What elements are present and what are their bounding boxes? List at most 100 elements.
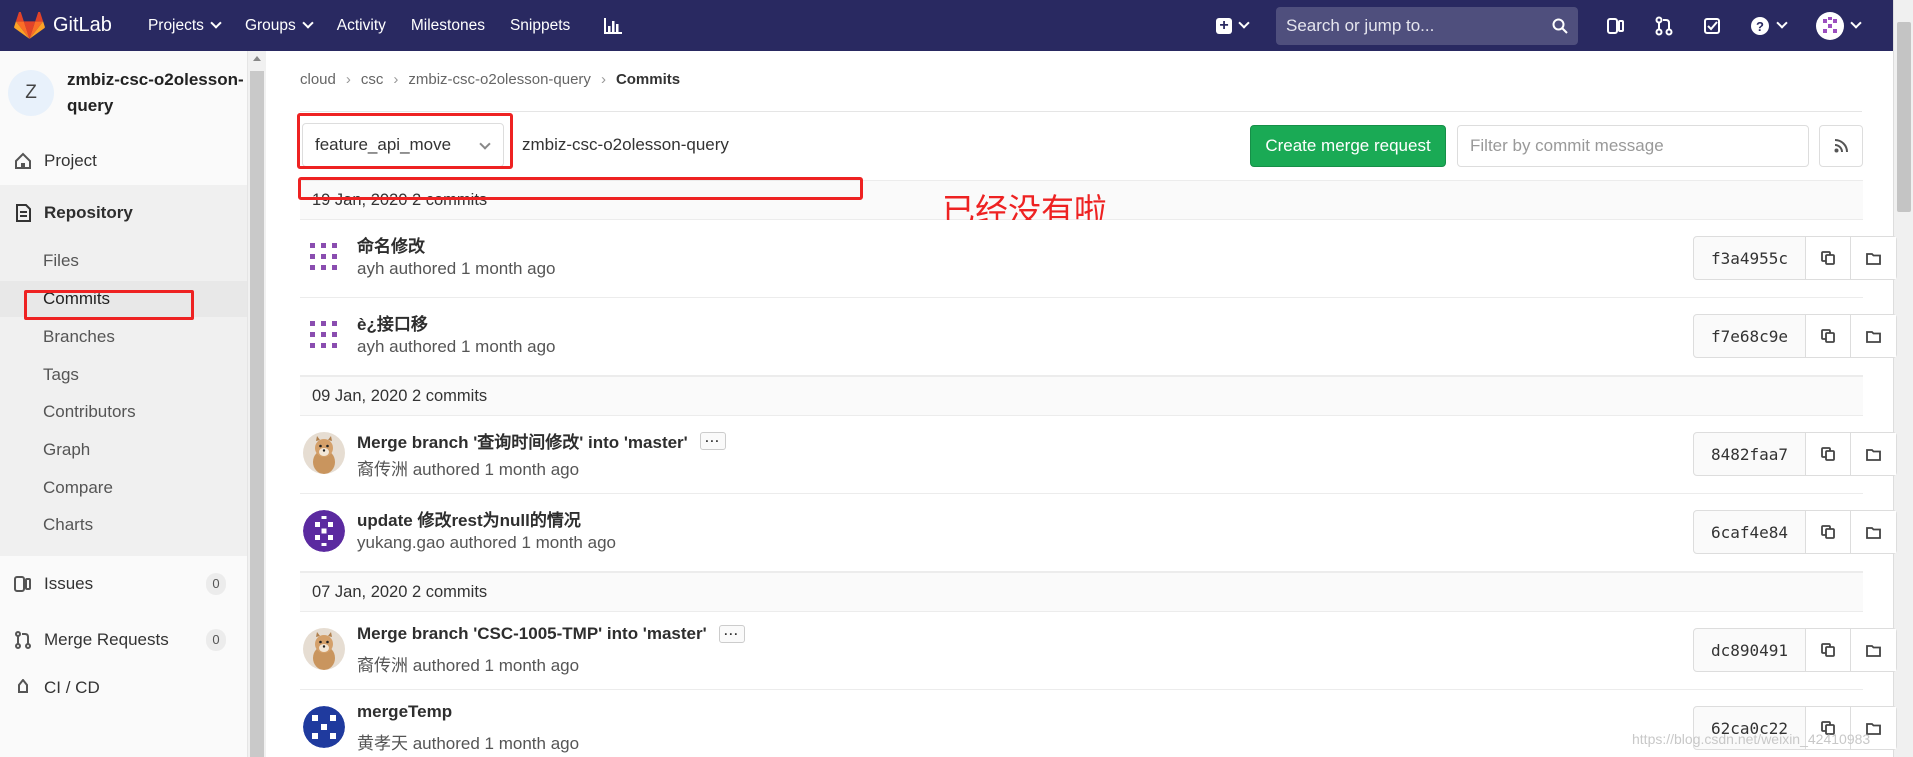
branch-highlight-box <box>297 113 513 169</box>
browse-files-button[interactable] <box>1851 511 1896 553</box>
issues-sidebar-icon[interactable] <box>1606 16 1626 36</box>
commit-row[interactable]: Merge branch 'CSC-1005-TMP' into 'master… <box>300 612 1897 690</box>
breadcrumb-commits[interactable]: Commits <box>616 71 680 88</box>
commit-author-avatar <box>303 510 345 552</box>
page-scrollbar-thumb[interactable] <box>1897 22 1911 212</box>
search-input[interactable] <box>1286 15 1552 36</box>
sidebar-scrollbar[interactable] <box>248 51 266 757</box>
commit-row[interactable]: mergeTemp 黄孝天 authored 1 month ago 62ca0… <box>300 690 1897 757</box>
commit-author-link[interactable]: 黄孝天 <box>357 734 408 753</box>
commit-sha-button[interactable]: f3a4955c <box>1694 237 1806 279</box>
commit-title[interactable]: Merge branch 'CSC-1005-TMP' into 'master… <box>357 624 745 644</box>
identicon-icon <box>1818 13 1842 38</box>
project-path: zmbiz-csc-o2olesson-query <box>522 135 729 154</box>
breadcrumb-separator-icon: › <box>393 71 399 88</box>
gitlab-logo[interactable]: GitLab <box>14 11 112 40</box>
nav-projects[interactable]: Projects <box>148 17 222 35</box>
sidebar-item-merge-requests[interactable]: Merge Requests 0 <box>0 612 247 668</box>
commit-sha-button[interactable]: 8482faa7 <box>1694 433 1806 475</box>
commit-time: authored 1 month ago <box>384 337 556 356</box>
scroll-up-arrow-icon[interactable] <box>253 56 261 61</box>
help-menu[interactable]: ? <box>1750 16 1788 36</box>
browse-files-button[interactable] <box>1851 433 1896 475</box>
commit-author-avatar <box>303 314 345 356</box>
browse-files-button[interactable] <box>1851 237 1896 279</box>
watermark-text: https://blog.csdn.net/weixin_42410983 <box>1632 731 1871 747</box>
sidebar-item-issues-label: Issues <box>44 574 94 593</box>
commit-title[interactable]: update 修改rest为null的情况 <box>357 506 581 531</box>
breadcrumb-separator-icon: › <box>345 71 351 88</box>
commit-row[interactable]: è¿接口移 ayh authored 1 month ago f7e68c9e <box>300 298 1897 376</box>
nav-groups-label: Groups <box>244 16 296 34</box>
browse-files-button[interactable] <box>1851 315 1896 357</box>
commit-author-avatar <box>303 236 345 278</box>
copy-sha-button[interactable] <box>1806 511 1851 553</box>
sidebar-scrollbar-thumb[interactable] <box>250 71 264 757</box>
folder-icon <box>1866 330 1881 343</box>
expand-description-button[interactable]: ··· <box>718 625 745 643</box>
commit-row[interactable]: Merge branch '查询时间修改' into 'master' ··· 裔… <box>300 416 1897 494</box>
todo-icon[interactable] <box>1702 16 1722 36</box>
bar-chart-icon[interactable] <box>603 17 623 35</box>
commit-author-link[interactable]: ayh <box>357 337 384 356</box>
merge-request-icon[interactable] <box>1654 16 1674 36</box>
copy-icon <box>1821 525 1835 539</box>
sidebar-item-tags[interactable]: Tags <box>0 356 247 393</box>
commit-title[interactable]: mergeTemp <box>357 702 452 722</box>
nav-groups[interactable]: Groups <box>244 16 314 35</box>
identicon-icon <box>303 706 345 748</box>
commit-title[interactable]: Merge branch '查询时间修改' into 'master' ··· <box>357 428 726 453</box>
sidebar-item-project[interactable]: Project <box>0 139 247 183</box>
commit-sha-button[interactable]: 6caf4e84 <box>1694 511 1806 553</box>
commit-sha-button[interactable]: dc890491 <box>1694 629 1806 671</box>
nav-milestones[interactable]: Milestones <box>411 17 485 35</box>
commit-sha-button[interactable]: f7e68c9e <box>1694 315 1806 357</box>
sidebar-item-repository[interactable]: Repository <box>0 185 247 241</box>
commits-highlight-box <box>24 290 194 320</box>
breadcrumb-separator-icon: › <box>600 71 606 88</box>
nav-activity[interactable]: Activity <box>337 17 386 35</box>
folder-icon <box>1866 526 1881 539</box>
nav-snippets[interactable]: Snippets <box>510 17 570 35</box>
commit-author-link[interactable]: ayh <box>357 259 384 278</box>
rss-feed-button[interactable] <box>1819 125 1863 167</box>
commit-filter-input[interactable] <box>1457 125 1809 167</box>
repository-icon <box>16 204 31 222</box>
commit-author-link[interactable]: yukang.gao <box>357 533 445 552</box>
sidebar-item-cicd[interactable]: CI / CD <box>0 668 247 708</box>
commit-author-avatar <box>303 706 345 748</box>
commit-title[interactable]: 命名修改 <box>357 232 425 257</box>
user-menu[interactable] <box>1786 11 1862 40</box>
sidebar-item-charts[interactable]: Charts <box>0 506 247 544</box>
day-header-label: 07 Jan, 2020 2 commits <box>312 582 488 601</box>
sidebar-item-compare[interactable]: Compare <box>0 469 247 506</box>
repository-submenu: Files Commits Branches Tags Contributors… <box>0 241 247 556</box>
sidebar-item-cicd-label: CI / CD <box>44 678 100 697</box>
expand-description-button[interactable]: ··· <box>699 431 726 450</box>
sidebar-item-contributors[interactable]: Contributors <box>0 393 247 431</box>
breadcrumb-cloud[interactable]: cloud <box>300 71 336 88</box>
copy-sha-button[interactable] <box>1806 629 1851 671</box>
sidebar-item-issues[interactable]: Issues 0 <box>0 556 247 612</box>
commit-title-text: Merge branch '查询时间修改' into 'master' <box>357 433 688 452</box>
copy-sha-button[interactable] <box>1806 433 1851 475</box>
breadcrumb-csc[interactable]: csc <box>361 71 384 88</box>
sidebar-item-branches[interactable]: Branches <box>0 317 247 356</box>
copy-sha-button[interactable] <box>1806 315 1851 357</box>
commit-title[interactable]: è¿接口移 <box>357 310 428 335</box>
commit-row[interactable]: update 修改rest为null的情况 yukang.gao authore… <box>300 494 1897 572</box>
sidebar-project-header[interactable]: Z zmbiz-csc-o2olesson-query <box>0 51 247 151</box>
commit-time: authored 1 month ago <box>384 259 556 278</box>
commit-row[interactable]: 命名修改 ayh authored 1 month ago f3a4955c <box>300 220 1897 298</box>
identicon-icon <box>303 236 345 278</box>
new-item-button[interactable]: + <box>1216 17 1250 34</box>
search-box[interactable] <box>1276 6 1578 45</box>
commit-author-link[interactable]: 裔传洲 <box>357 656 408 675</box>
browse-files-button[interactable] <box>1851 629 1896 671</box>
copy-sha-button[interactable] <box>1806 237 1851 279</box>
sidebar-item-files[interactable]: Files <box>0 241 247 281</box>
create-merge-request-button[interactable]: Create merge request <box>1250 125 1446 167</box>
sidebar-item-graph[interactable]: Graph <box>0 431 247 469</box>
breadcrumb-project[interactable]: zmbiz-csc-o2olesson-query <box>408 71 591 88</box>
commit-author-link[interactable]: 裔传洲 <box>357 460 408 479</box>
